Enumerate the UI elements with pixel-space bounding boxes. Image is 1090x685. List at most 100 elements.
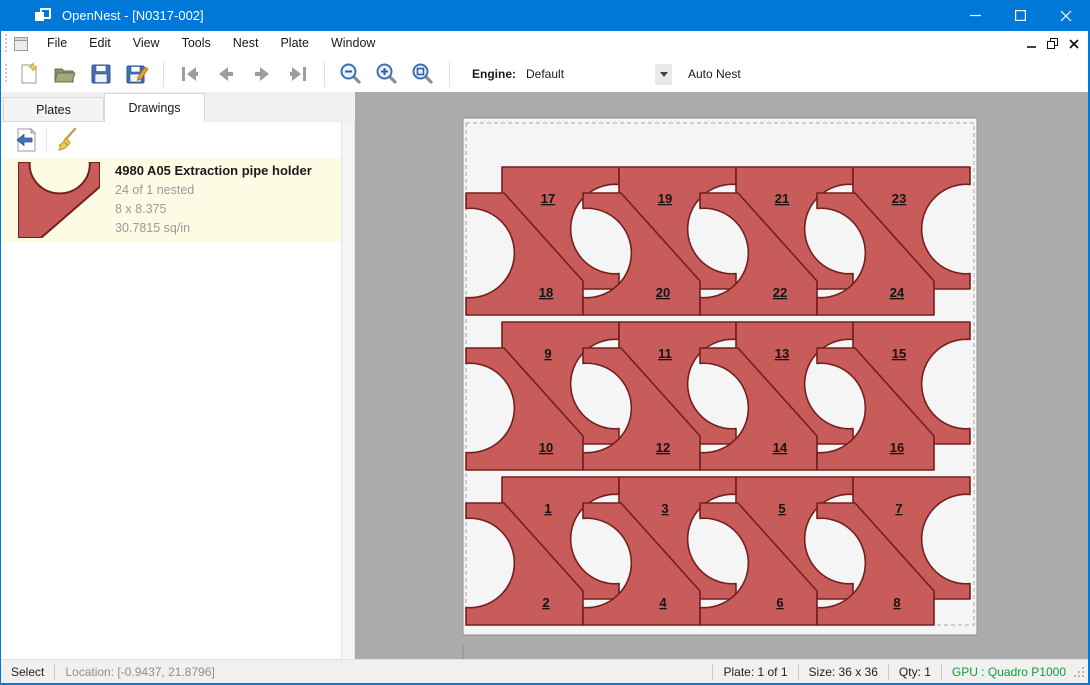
menubar-grip[interactable]	[5, 34, 7, 54]
mdi-minimize-button[interactable]	[1021, 34, 1042, 54]
part-number: 22	[773, 285, 787, 300]
menu-file[interactable]: File	[36, 31, 78, 56]
titlebar: OpenNest - [N0317-002]	[1, 0, 1088, 31]
toolbar-grip[interactable]	[5, 64, 7, 84]
part-number: 8	[893, 595, 900, 610]
part-number: 21	[775, 191, 789, 206]
main-body: Plates Drawings	[1, 92, 1088, 659]
mdi-close-icon	[1069, 39, 1079, 49]
menu-nest[interactable]: Nest	[222, 31, 270, 56]
minimize-icon	[970, 10, 981, 21]
mdi-restore-button[interactable]	[1042, 34, 1063, 54]
minimize-button[interactable]	[953, 0, 998, 31]
resize-grip[interactable]	[1073, 666, 1085, 681]
drawings-panel: 4980 A05 Extraction pipe holder 24 of 1 …	[1, 122, 341, 659]
go-next-button[interactable]	[247, 59, 277, 89]
part-number: 7	[895, 501, 902, 516]
go-previous-button[interactable]	[211, 59, 241, 89]
new-button[interactable]	[14, 59, 44, 89]
close-button[interactable]	[1043, 0, 1088, 31]
zoom-fit-button[interactable]	[408, 59, 438, 89]
engine-select[interactable]: Default	[522, 62, 672, 86]
open-folder-icon	[53, 62, 77, 86]
drawing-title: 4980 A05 Extraction pipe holder	[115, 163, 312, 178]
status-separator	[941, 664, 942, 680]
save-edit-icon	[125, 62, 149, 86]
clear-drawings-button[interactable]	[52, 125, 82, 155]
engine-value: Default	[522, 67, 655, 81]
auto-nest-button[interactable]: Auto Nest	[688, 67, 741, 81]
toolbar-separator	[449, 61, 450, 87]
go-last-button[interactable]	[283, 59, 313, 89]
app-window: OpenNest - [N0317-002] File Edit View To…	[0, 0, 1090, 685]
menu-tools[interactable]: Tools	[171, 31, 222, 56]
chevron-down-icon	[660, 72, 668, 77]
zoom-fit-icon	[411, 62, 435, 86]
tab-plates[interactable]: Plates	[3, 97, 104, 122]
panel-scrollbar[interactable]	[341, 122, 355, 659]
part-number: 9	[544, 346, 551, 361]
go-first-button[interactable]	[175, 59, 205, 89]
zoom-out-icon	[339, 62, 363, 86]
zoom-in-button[interactable]	[372, 59, 402, 89]
status-separator	[798, 664, 799, 680]
mdi-controls	[1021, 31, 1084, 56]
drawing-area: 30.7815 sq/in	[115, 219, 312, 238]
mdi-close-button[interactable]	[1063, 34, 1084, 54]
drawing-nested-count: 24 of 1 nested	[115, 181, 312, 200]
tabstrip: Plates Drawings	[1, 92, 355, 122]
part-number: 23	[892, 191, 906, 206]
menubar: File Edit View Tools Nest Plate Window	[1, 31, 1088, 56]
toolbar-separator	[46, 128, 47, 152]
save-icon	[89, 62, 113, 86]
menu-view[interactable]: View	[122, 31, 171, 56]
new-document-icon	[17, 62, 41, 86]
maximize-button[interactable]	[998, 0, 1043, 31]
part-number: 1	[544, 501, 551, 516]
mdi-minimize-icon	[1027, 39, 1037, 49]
save-as-button[interactable]	[122, 59, 152, 89]
part-number: 11	[658, 346, 672, 361]
part-number: 13	[775, 346, 789, 361]
tab-drawings[interactable]: Drawings	[104, 93, 205, 122]
nest-canvas[interactable]: 171819202122232491011121314151612345678	[355, 92, 1088, 659]
status-size: Size: 36 x 36	[809, 665, 878, 679]
menu-window[interactable]: Window	[320, 31, 386, 56]
menu-edit[interactable]: Edit	[78, 31, 122, 56]
previous-arrow-icon	[214, 62, 238, 86]
part-number: 10	[539, 440, 553, 455]
part-number: 17	[541, 191, 555, 206]
drawing-thumbnail	[15, 162, 103, 238]
part-number: 20	[656, 285, 670, 300]
close-icon	[1060, 10, 1072, 22]
part-number: 2	[542, 595, 549, 610]
import-drawing-button[interactable]	[11, 125, 41, 155]
document-icon	[13, 36, 29, 52]
part-number: 16	[890, 440, 904, 455]
part-number: 6	[776, 595, 783, 610]
toolbar-separator	[163, 61, 164, 87]
part-number: 15	[892, 346, 906, 361]
last-arrow-icon	[286, 62, 310, 86]
first-arrow-icon	[178, 62, 202, 86]
main-toolbar: Engine: Default Auto Nest	[1, 56, 1088, 92]
save-button[interactable]	[86, 59, 116, 89]
part-number: 19	[658, 191, 672, 206]
open-button[interactable]	[50, 59, 80, 89]
drawing-list-item[interactable]: 4980 A05 Extraction pipe holder 24 of 1 …	[1, 158, 341, 242]
next-arrow-icon	[250, 62, 274, 86]
engine-label: Engine:	[472, 67, 516, 81]
import-arrow-icon	[13, 127, 39, 153]
part-number: 5	[778, 501, 785, 516]
drawing-dimensions: 8 x 8.375	[115, 200, 312, 219]
broom-icon	[54, 127, 80, 153]
part-shape-thumbnail	[18, 162, 100, 238]
zoom-in-icon	[375, 62, 399, 86]
part-number: 18	[539, 285, 553, 300]
app-icon	[34, 8, 52, 24]
status-separator	[712, 664, 713, 680]
engine-dropdown-button[interactable]	[655, 64, 672, 85]
menu-plate[interactable]: Plate	[269, 31, 320, 56]
zoom-out-button[interactable]	[336, 59, 366, 89]
status-gpu: GPU : Quadro P1000	[952, 665, 1066, 679]
